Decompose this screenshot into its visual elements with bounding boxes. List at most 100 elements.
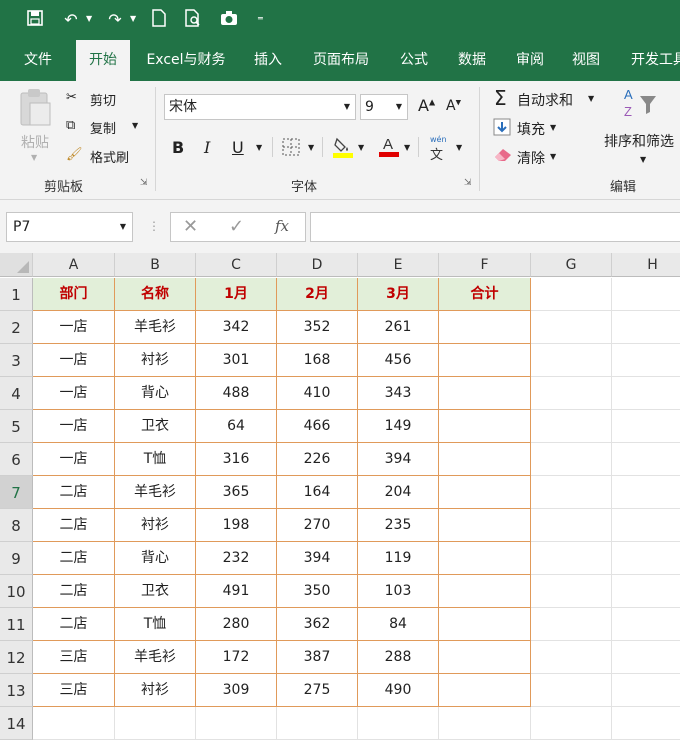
column-header-c[interactable]: C [196,253,277,277]
cell-g2[interactable] [531,311,612,344]
tab-formulas[interactable]: 公式 [390,40,438,81]
cell-d12[interactable]: 387 [277,641,358,674]
autosum-icon[interactable]: Σ [494,86,507,110]
copy-dropdown-icon[interactable]: ▼ [132,121,138,130]
formula-input[interactable] [310,212,680,242]
cell-g12[interactable] [531,641,612,674]
cell-c11[interactable]: 280 [196,608,277,641]
row-header-13[interactable]: 13 [0,674,33,707]
cell-e3[interactable]: 456 [358,344,439,377]
cell-e13[interactable]: 490 [358,674,439,707]
cell-h2[interactable] [612,311,680,344]
row-header-6[interactable]: 6 [0,443,33,476]
cell-f4[interactable] [439,377,531,410]
cell-d3[interactable]: 168 [277,344,358,377]
cell-e11[interactable]: 84 [358,608,439,641]
cell-h7[interactable] [612,476,680,509]
cell-h8[interactable] [612,509,680,542]
cell-f8[interactable] [439,509,531,542]
cell-g9[interactable] [531,542,612,575]
customize-qat-icon[interactable]: ═ [258,14,263,23]
cell-e7[interactable]: 204 [358,476,439,509]
cell-f5[interactable] [439,410,531,443]
cell-g13[interactable] [531,674,612,707]
cell-b3[interactable]: 衬衫 [115,344,196,377]
cell-g6[interactable] [531,443,612,476]
cell-b12[interactable]: 羊毛衫 [115,641,196,674]
tab-review[interactable]: 审阅 [506,40,554,81]
row-header-4[interactable]: 4 [0,377,33,410]
fill-color-dropdown-icon[interactable]: ▼ [358,143,364,152]
select-all-corner[interactable] [0,253,33,277]
borders-icon[interactable] [282,138,300,160]
column-header-h[interactable]: H [612,253,680,277]
cell-e6[interactable]: 394 [358,443,439,476]
undo-dropdown-icon[interactable]: ▼ [86,14,92,23]
cell-e9[interactable]: 119 [358,542,439,575]
cell-f9[interactable] [439,542,531,575]
cell-h1[interactable] [612,278,680,311]
cell-g11[interactable] [531,608,612,641]
cell-c12[interactable]: 172 [196,641,277,674]
cell-e2[interactable]: 261 [358,311,439,344]
cell-c8[interactable]: 198 [196,509,277,542]
cell-h14[interactable] [612,707,680,740]
phonetic-dropdown-icon[interactable]: ▼ [456,143,462,152]
cell-b14[interactable] [115,707,196,740]
column-header-d[interactable]: D [277,253,358,277]
paste-label[interactable]: 粘贴 [21,132,49,152]
tab-developer[interactable]: 开发工具 [620,40,680,81]
cell-b13[interactable]: 衬衫 [115,674,196,707]
fill-icon[interactable] [493,118,511,140]
cell-h11[interactable] [612,608,680,641]
undo-icon[interactable]: ↶ [60,9,82,31]
cell-c14[interactable] [196,707,277,740]
enter-icon[interactable]: ✓ [229,216,244,237]
cell-a3[interactable]: 一店 [33,344,115,377]
clipboard-launcher-icon[interactable]: ⇲ [140,178,148,188]
name-box-dropdown-icon[interactable]: ▼ [120,213,126,241]
cut-icon[interactable]: ✂ [66,90,77,105]
row-header-7[interactable]: 7 [0,476,33,509]
cell-e5[interactable]: 149 [358,410,439,443]
cell-b7[interactable]: 羊毛衫 [115,476,196,509]
fill-color-icon[interactable] [332,135,354,163]
italic-button[interactable]: I [204,138,210,157]
cell-h10[interactable] [612,575,680,608]
cell-f2[interactable] [439,311,531,344]
cell-f11[interactable] [439,608,531,641]
tab-file[interactable]: 文件 [10,40,66,81]
font-size-dropdown-icon[interactable]: ▼ [396,95,402,119]
cell-a14[interactable] [33,707,115,740]
redo-icon[interactable]: ↷ [104,9,126,31]
cell-b4[interactable]: 背心 [115,377,196,410]
font-name-select[interactable]: 宋体 ▼ [164,94,356,120]
table-header-cell[interactable]: 2月 [277,278,358,311]
format-painter-button[interactable]: 格式刷 [90,147,129,166]
cancel-icon[interactable]: ✕ [183,216,198,237]
cell-a10[interactable]: 二店 [33,575,115,608]
cell-d7[interactable]: 164 [277,476,358,509]
column-header-b[interactable]: B [115,253,196,277]
font-launcher-icon[interactable]: ⇲ [464,178,472,188]
table-header-cell[interactable]: 3月 [358,278,439,311]
cell-g1[interactable] [531,278,612,311]
autosum-dropdown-icon[interactable]: ▼ [588,94,594,103]
cell-d4[interactable]: 410 [277,377,358,410]
insert-function-button[interactable]: fx [275,217,289,235]
row-header-11[interactable]: 11 [0,608,33,641]
cell-a6[interactable]: 一店 [33,443,115,476]
tab-insert[interactable]: 插入 [244,40,292,81]
cell-c3[interactable]: 301 [196,344,277,377]
cell-g3[interactable] [531,344,612,377]
cell-f6[interactable] [439,443,531,476]
cell-b6[interactable]: T恤 [115,443,196,476]
paste-dropdown-icon[interactable]: ▼ [31,153,37,162]
camera-icon[interactable] [218,9,240,31]
copy-icon[interactable]: ⧉ [66,118,75,133]
underline-button[interactable]: U [232,138,244,157]
cell-e10[interactable]: 103 [358,575,439,608]
cell-a2[interactable]: 一店 [33,311,115,344]
font-color-dropdown-icon[interactable]: ▼ [404,143,410,152]
tab-view[interactable]: 视图 [562,40,610,81]
